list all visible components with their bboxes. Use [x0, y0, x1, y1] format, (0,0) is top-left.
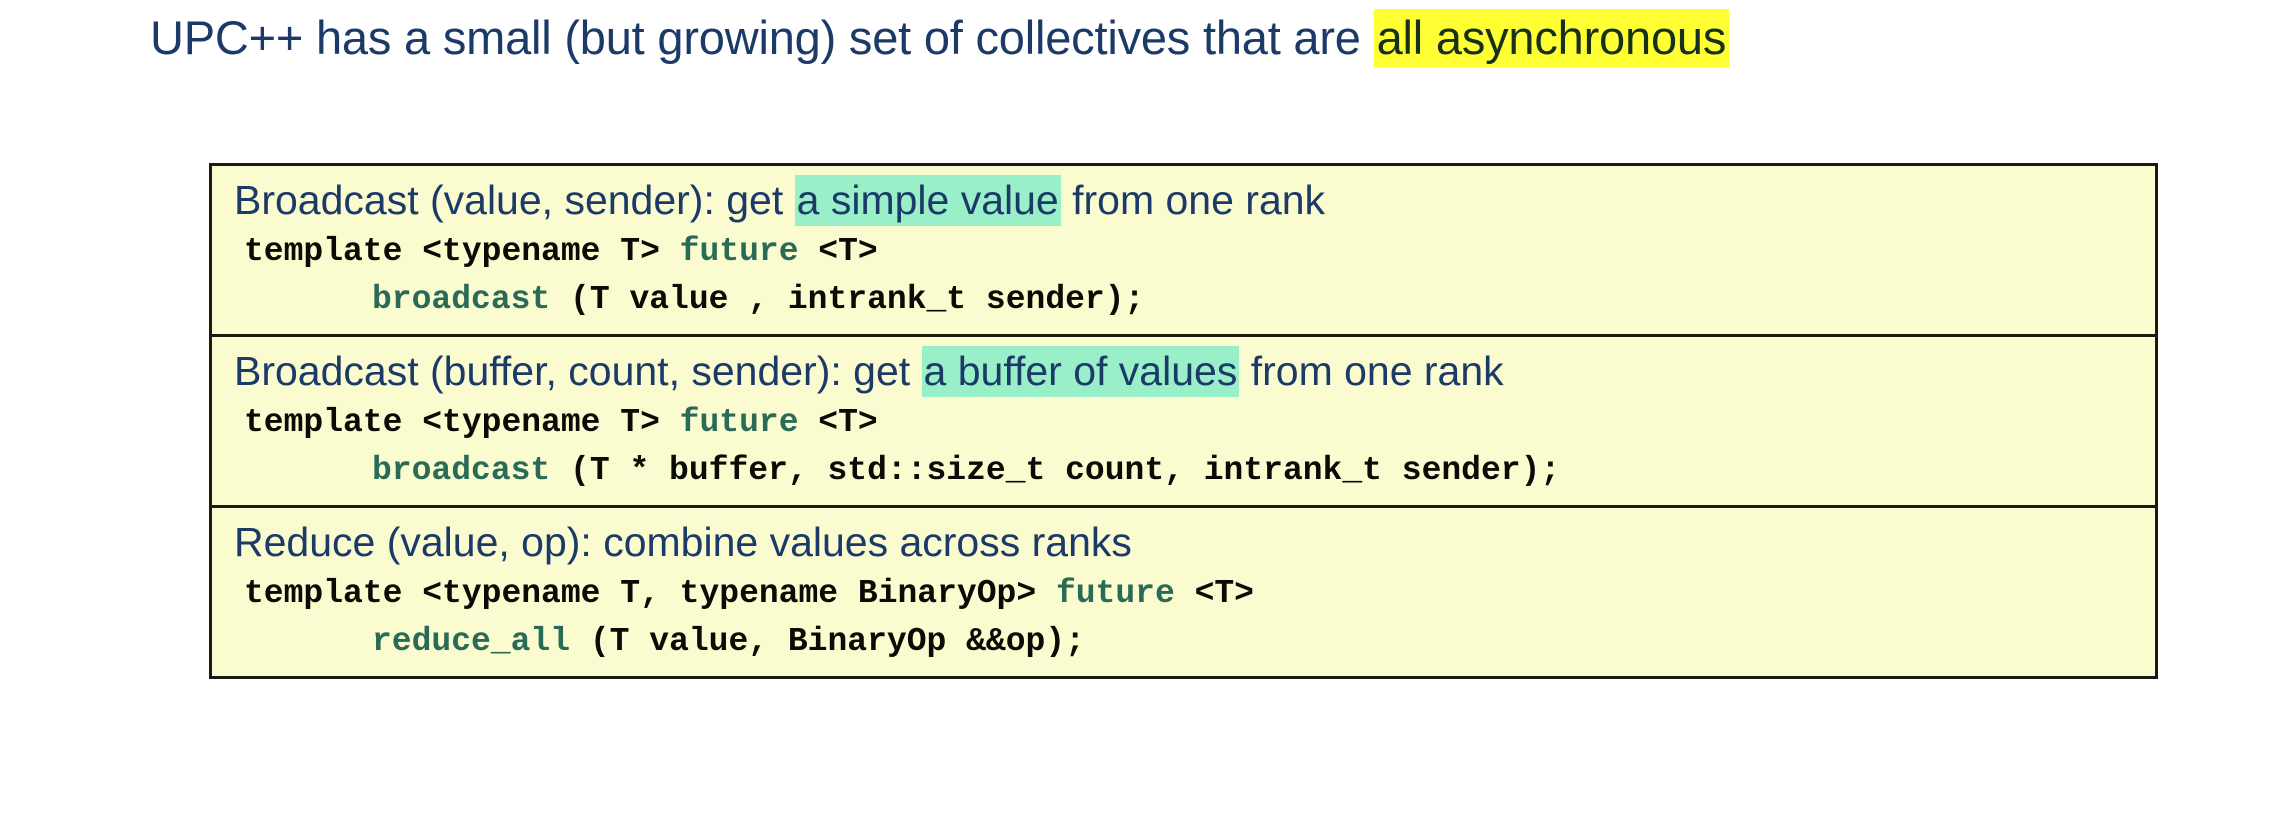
- code-template-param: <T>: [798, 233, 878, 270]
- code-signature-line-2: reduce_all (T value, BinaryOp &&op);: [212, 618, 2155, 666]
- code-keyword-future: future: [679, 404, 799, 441]
- code-function-name: broadcast: [372, 281, 551, 318]
- code-signature-line-2: broadcast (T value , intrank_t sender);: [212, 276, 2155, 324]
- code-function-name: broadcast: [372, 452, 551, 489]
- code-signature-line-1: template <typename T> future <T>: [212, 399, 2155, 447]
- code-keyword-future: future: [1055, 575, 1175, 612]
- code-function-name: reduce_all: [372, 623, 571, 660]
- collective-row-broadcast-value: Broadcast (value, sender): get a simple …: [212, 166, 2155, 334]
- collective-heading: Broadcast (value, sender): get a simple …: [212, 166, 2155, 228]
- collective-heading-prefix: Reduce (value, op): combine values acros…: [234, 519, 1132, 565]
- page-title-prefix: UPC++ has a small (but growing) set of c…: [150, 11, 1374, 64]
- collective-heading: Broadcast (buffer, count, sender): get a…: [212, 337, 2155, 399]
- code-template-text: template <typename T, typename BinaryOp>: [244, 575, 1056, 612]
- page-title-highlight: all asynchronous: [1373, 9, 1730, 67]
- collective-heading: Reduce (value, op): combine values acros…: [212, 508, 2155, 570]
- code-template-text: template <typename T>: [244, 404, 680, 441]
- code-template-param: <T>: [1174, 575, 1254, 612]
- code-function-params: (T value, BinaryOp &&op);: [570, 623, 1085, 660]
- page-title: UPC++ has a small (but growing) set of c…: [150, 8, 2200, 68]
- code-template-param: <T>: [798, 404, 878, 441]
- code-signature-line-2: broadcast (T * buffer, std::size_t count…: [212, 447, 2155, 495]
- collectives-table: Broadcast (value, sender): get a simple …: [209, 163, 2158, 679]
- collective-heading-suffix: from one rank: [1060, 177, 1326, 223]
- collective-heading-prefix: Broadcast (buffer, count, sender): get: [234, 348, 922, 394]
- collective-row-broadcast-buffer: Broadcast (buffer, count, sender): get a…: [212, 334, 2155, 505]
- collective-row-reduce: Reduce (value, op): combine values acros…: [212, 505, 2155, 676]
- code-signature-line-1: template <typename T, typename BinaryOp>…: [212, 570, 2155, 618]
- code-signature-line-1: template <typename T> future <T>: [212, 228, 2155, 276]
- collective-heading-prefix: Broadcast (value, sender): get: [234, 177, 795, 223]
- code-keyword-future: future: [679, 233, 799, 270]
- collective-heading-highlight: a simple value: [794, 175, 1061, 226]
- collective-heading-suffix: from one rank: [1239, 348, 1504, 394]
- code-template-text: template <typename T>: [244, 233, 680, 270]
- collective-heading-highlight: a buffer of values: [921, 346, 1240, 397]
- code-function-params: (T * buffer, std::size_t count, intrank_…: [550, 452, 1561, 489]
- code-function-params: (T value , intrank_t sender);: [550, 281, 1145, 318]
